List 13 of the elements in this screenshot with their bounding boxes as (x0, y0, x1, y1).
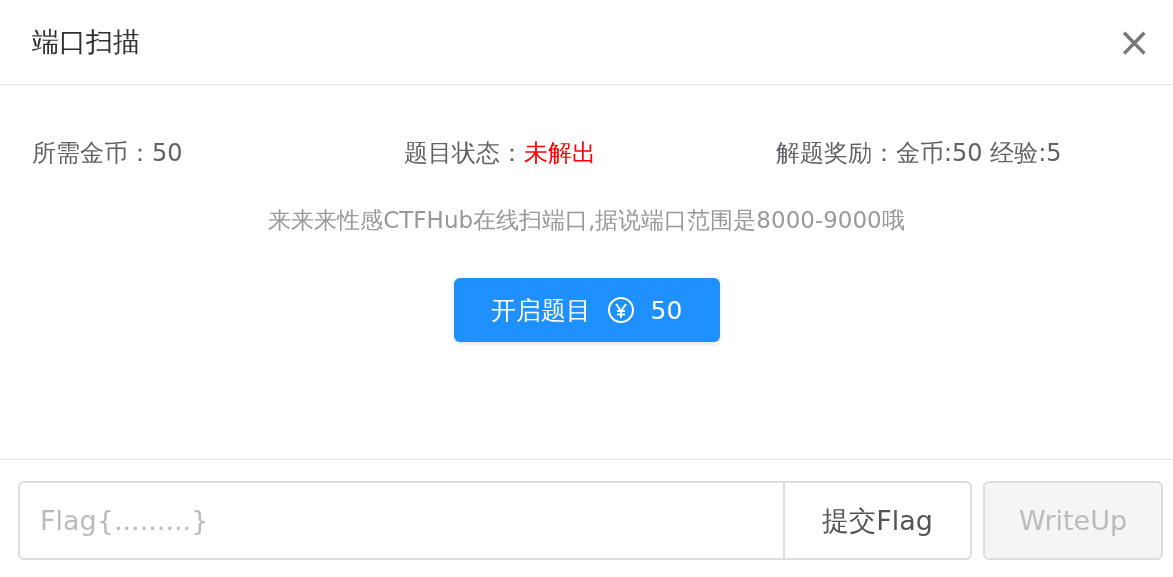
yen-coin-icon (606, 296, 635, 324)
info-label: 题目状态： (404, 139, 524, 167)
challenge-description: 来来来性感CTFHub在线扫端口,据说端口范围是8000-9000哦 (268, 207, 905, 233)
flag-input-field[interactable]: Flag{.........} (18, 481, 785, 560)
info-value: 金币:50 经验:5 (896, 139, 1062, 167)
info-value: 未解出 (524, 139, 596, 167)
dialog-title: 端口扫描 (32, 25, 140, 59)
info-label: 所需金币： (32, 139, 152, 167)
start-challenge-button[interactable]: 开启题目 50 (453, 278, 720, 342)
submit-flag-button[interactable]: 提交Flag (785, 481, 972, 560)
info-value: 50 (152, 139, 183, 167)
info-label: 解题奖励： (776, 139, 896, 167)
close-button[interactable]: × (1117, 22, 1151, 62)
